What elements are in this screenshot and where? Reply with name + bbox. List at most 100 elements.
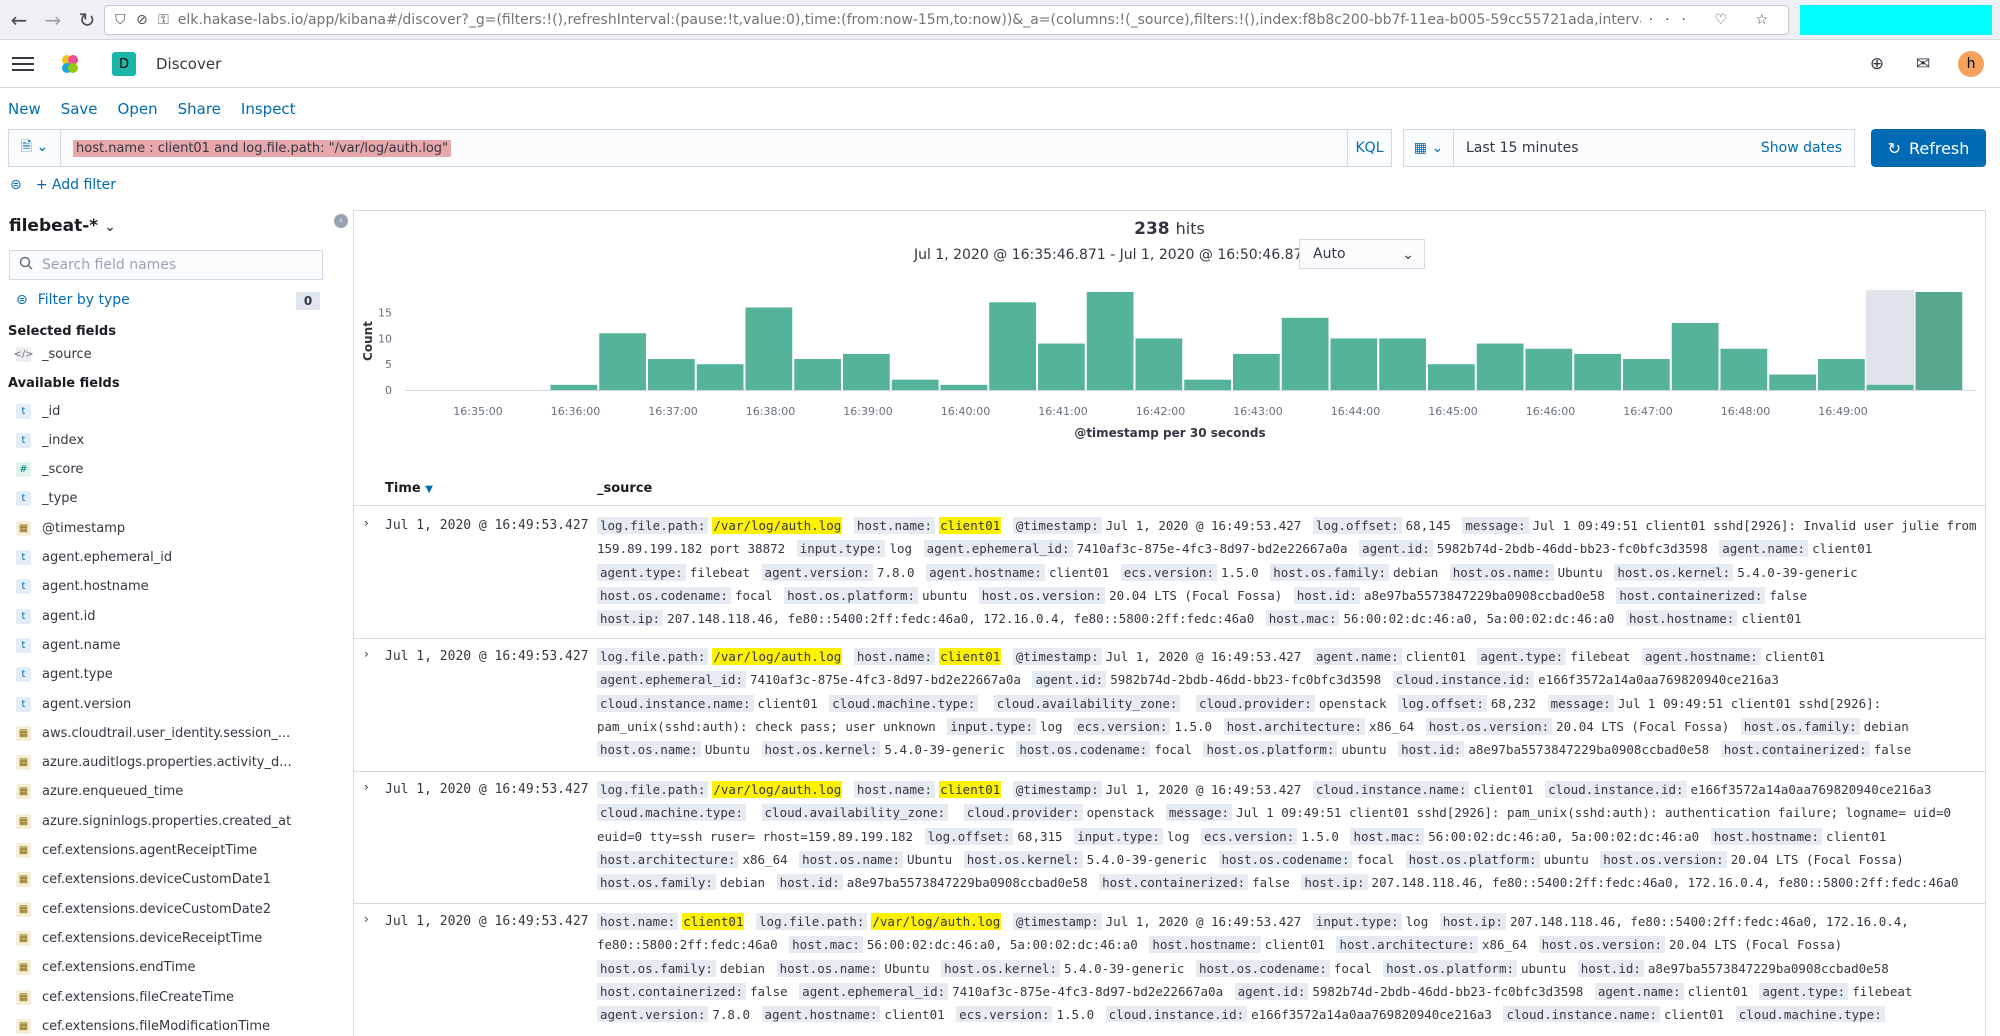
field-type-icon: ▦ <box>16 901 31 917</box>
source-field-value: Jul 1, 2020 @ 16:49:53.427 <box>1105 649 1302 664</box>
show-dates-button[interactable]: Show dates <box>1761 140 1854 156</box>
field-sidebar: ‹ filebeat-* ⌄ Search field names ⊜ Filte… <box>0 206 350 1036</box>
field-item[interactable]: t agent.type <box>16 664 113 686</box>
field-item[interactable]: ▦ cef.extensions.agentReceiptTime <box>16 840 257 862</box>
row-source: log.file.path:/var/log/auth.log host.nam… <box>597 778 1977 890</box>
calendar-icon[interactable]: ▦ ⌄ <box>1404 130 1454 166</box>
source-field-value: client01 <box>884 1007 945 1022</box>
x-tick-label: 16:48:00 <box>1721 405 1770 418</box>
field-item[interactable]: t agent.hostname <box>16 576 149 598</box>
refresh-button[interactable]: ↻ Refresh <box>1871 129 1986 167</box>
field-type-icon: ▦ <box>16 989 31 1005</box>
share-button[interactable]: Share <box>178 100 221 118</box>
field-name: agent.hostname <box>42 579 149 595</box>
source-field-value: 5.4.0-39-generic <box>1064 960 1185 976</box>
source-field-key: cloud.provider: <box>963 804 1083 822</box>
field-item[interactable]: </> _source <box>13 343 92 365</box>
help-icon[interactable]: ⊕ <box>1864 51 1890 77</box>
elastic-logo-icon[interactable] <box>58 52 82 76</box>
field-type-icon: ▦ <box>16 813 31 829</box>
source-field-value: focal <box>1356 851 1395 867</box>
index-pattern-selector[interactable]: filebeat-* ⌄ <box>9 216 116 236</box>
user-avatar[interactable]: h <box>1958 51 1984 77</box>
open-button[interactable]: Open <box>118 100 158 118</box>
field-item[interactable]: ▦ cef.extensions.fileModificationTime <box>16 1015 270 1036</box>
field-item[interactable]: t agent.ephemeral_id <box>16 547 172 569</box>
y-tick-label: 10 <box>378 332 392 345</box>
field-name: @timestamp <box>42 520 126 536</box>
kql-toggle[interactable]: KQL <box>1347 130 1391 166</box>
field-item[interactable]: t agent.version <box>16 693 131 715</box>
source-field-key: host.id: <box>1398 741 1465 757</box>
field-item[interactable]: ▦ cef.extensions.deviceCustomDate2 <box>16 898 271 920</box>
source-field-key: cloud.machine.type: <box>597 804 746 822</box>
source-field-value: openstack <box>1318 695 1387 711</box>
source-field-key: host.os.name: <box>799 850 903 868</box>
search-input[interactable]: host.name : client01 and log.file.path: … <box>61 139 1347 157</box>
back-icon[interactable]: ← <box>4 5 34 35</box>
highlight-mark: client01 <box>939 517 1002 534</box>
histogram-bar <box>891 379 939 390</box>
expand-row-icon[interactable]: › <box>364 516 369 530</box>
expand-row-icon[interactable]: › <box>364 780 369 794</box>
source-field-key: host.os.version: <box>978 586 1106 604</box>
field-item[interactable]: ▦ azure.signinlogs.properties.created_at <box>16 810 291 832</box>
source-field-value: e166f3572a14a0aa769820940ce216a3 <box>1690 782 1932 797</box>
menu-icon[interactable] <box>12 53 34 75</box>
space-avatar[interactable]: D <box>112 52 136 76</box>
field-item[interactable]: ▦ @timestamp <box>16 517 125 539</box>
new-button[interactable]: New <box>8 100 41 118</box>
field-type-icon: t <box>16 432 31 448</box>
source-field-value: ubuntu <box>1341 742 1387 757</box>
source-field-value: client01 <box>1264 937 1325 953</box>
field-item[interactable]: t _type <box>16 488 78 510</box>
histogram-bar <box>745 307 793 390</box>
field-item[interactable]: t _id <box>16 400 60 422</box>
field-name: agent.version <box>42 696 132 712</box>
field-item[interactable]: ▦ aws.cloudtrail.user_identity.session_..… <box>16 722 290 744</box>
page-actions-icon[interactable]: ··· ♡ ☆ <box>1641 12 1788 28</box>
field-name: cef.extensions.endTime <box>42 960 196 976</box>
saved-query-icon[interactable]: 🗎 ⌄ <box>9 130 61 166</box>
field-item[interactable]: ▦ cef.extensions.deviceReceiptTime <box>16 927 262 949</box>
expand-row-icon[interactable]: › <box>364 647 369 661</box>
time-column-header[interactable]: Time ▼ <box>385 481 433 496</box>
field-name: _type <box>42 491 78 507</box>
inspect-button[interactable]: Inspect <box>241 100 296 118</box>
time-range[interactable]: Last 15 minutes <box>1454 140 1761 156</box>
field-item[interactable]: # _score <box>16 459 83 481</box>
field-item[interactable]: ▦ cef.extensions.fileCreateTime <box>16 986 234 1008</box>
histogram-bar <box>1086 292 1134 390</box>
filter-count-badge: 0 <box>296 292 320 310</box>
filter-options-icon[interactable]: ⊜ <box>10 177 22 193</box>
field-item[interactable]: ▦ cef.extensions.deviceCustomDate1 <box>16 869 271 891</box>
source-field-key: ecs.version: <box>956 1006 1053 1022</box>
reload-icon[interactable]: ↻ <box>72 5 102 35</box>
source-field-key: host.name: <box>597 913 679 930</box>
field-type-icon: t <box>16 550 31 565</box>
url-bar[interactable]: ⛉ ⊘ ⚿ elk.hakase-labs.io/app/kibana#/dis… <box>104 5 1789 35</box>
expand-row-icon[interactable]: › <box>364 912 369 926</box>
field-item[interactable]: ▦ azure.auditlogs.properties.activity_d..… <box>16 752 292 774</box>
field-type-icon: ▦ <box>16 520 31 536</box>
forward-icon[interactable]: → <box>38 5 68 35</box>
interval-select[interactable]: Auto ⌄ <box>1299 239 1425 269</box>
source-field-value: x86_64 <box>1369 718 1415 734</box>
field-item[interactable]: t agent.id <box>16 605 96 627</box>
mail-icon[interactable]: ✉ <box>1910 51 1936 77</box>
filter-by-type-button[interactable]: ⊜ Filter by type <box>16 292 130 308</box>
save-button[interactable]: Save <box>61 100 98 118</box>
field-search-input[interactable]: Search field names <box>9 250 323 280</box>
field-item[interactable]: t agent.name <box>16 634 121 656</box>
highlight-mark: /var/log/auth.log <box>712 517 843 534</box>
field-item[interactable]: t _index <box>16 429 84 451</box>
collapse-sidebar-icon[interactable]: ‹ <box>334 214 348 228</box>
source-field-key: @timestamp: <box>1012 517 1102 534</box>
source-field-key: cloud.instance.name: <box>597 694 754 712</box>
field-item[interactable]: ▦ cef.extensions.endTime <box>16 957 196 979</box>
source-field-key: host.containerized: <box>597 982 746 1000</box>
source-field-value: 5.4.0-39-generic <box>1737 564 1858 580</box>
add-filter-button[interactable]: + Add filter <box>36 177 116 193</box>
histogram-bar <box>1769 374 1816 390</box>
field-item[interactable]: ▦ azure.enqueued_time <box>16 781 183 803</box>
